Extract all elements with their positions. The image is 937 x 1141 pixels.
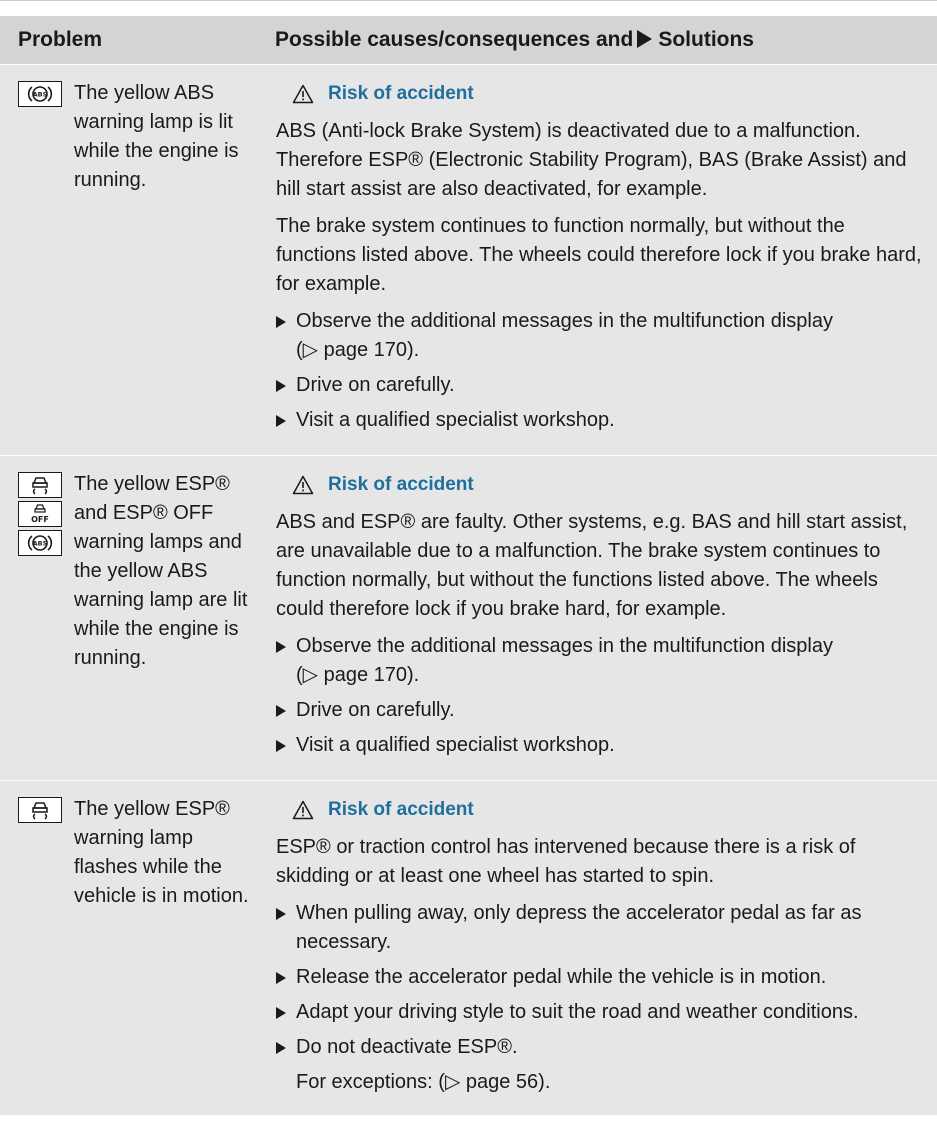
page-reference-link[interactable]: For exceptions: (▷ page 56).	[296, 1068, 923, 1097]
top-rule	[0, 0, 937, 1]
lamp-icons: ABS	[18, 81, 62, 110]
step-text: Adapt your driving style to suit the roa…	[296, 1001, 859, 1023]
esp-off-warning-icon: OFF	[18, 501, 62, 527]
table-row: ABS The yellow ABS warning lamp is lit w…	[0, 64, 937, 456]
step-text: Visit a qualified specialist workshop.	[296, 734, 615, 756]
abs-warning-icon: ABS	[18, 81, 62, 107]
warning-heading: Risk of accident	[292, 474, 923, 496]
step-text: Visit a qualified specialist workshop.	[296, 409, 615, 431]
problem-description: The yellow ESP® and ESP® OFF warning lam…	[74, 473, 248, 669]
warning-triangle-icon	[292, 800, 314, 820]
action-arrow-icon	[276, 998, 290, 1027]
step-text: Observe the additional messages in the m…	[296, 310, 833, 332]
action-arrow-icon	[276, 899, 290, 957]
manual-page: Problem Possible causes/consequences and…	[0, 0, 937, 1141]
step-text: Release the accelerator pedal while the …	[296, 966, 827, 988]
action-step: Adapt your driving style to suit the roa…	[276, 998, 923, 1027]
consequence-paragraph: The brake system continues to function n…	[276, 215, 922, 295]
action-step: Release the accelerator pedal while the …	[276, 963, 923, 992]
solutions-column-header: Possible causes/consequences and Solution…	[260, 16, 937, 65]
table-row: OFF ABS The yellow ESP® and ESP® OFF war…	[0, 455, 937, 781]
warning-triangle-icon	[292, 475, 314, 495]
warning-triangle-icon	[292, 84, 314, 104]
esp-warning-icon	[18, 797, 62, 823]
step-text: Drive on carefully.	[296, 699, 455, 721]
problem-cell: ABS The yellow ABS warning lamp is lit w…	[0, 64, 260, 456]
warning-heading: Risk of accident	[292, 83, 923, 105]
table-header-row: Problem Possible causes/consequences and…	[0, 16, 937, 65]
cause-paragraph: ABS and ESP® are faulty. Other systems, …	[276, 511, 908, 620]
problem-description: The yellow ABS warning lamp is lit while…	[74, 82, 239, 191]
solution-cell: Risk of accident ABS (Anti-lock Brake Sy…	[260, 64, 937, 456]
action-step: Observe the additional messages in the m…	[276, 307, 923, 365]
step-text: Drive on carefully.	[296, 374, 455, 396]
action-arrow-icon	[276, 963, 290, 992]
problem-header-label: Problem	[18, 28, 103, 51]
problem-description: The yellow ESP® warning lamp flashes whi…	[74, 798, 249, 907]
action-step: Drive on carefully.	[276, 371, 923, 400]
action-step: Observe the additional messages in the m…	[276, 632, 923, 690]
problem-cell: OFF ABS The yellow ESP® and ESP® OFF war…	[0, 455, 260, 781]
solution-arrow-icon	[637, 30, 653, 48]
svg-text:ABS: ABS	[33, 91, 48, 99]
page-reference-link[interactable]: (▷ page 170).	[296, 664, 419, 686]
esp-warning-icon	[18, 472, 62, 498]
warning-title: Risk of accident	[328, 83, 474, 104]
lamp-icons: OFF ABS	[18, 472, 62, 559]
cause-paragraph: ESP® or traction control has intervened …	[276, 836, 856, 887]
solution-cell: Risk of accident ESP® or traction contro…	[260, 780, 937, 1116]
abs-warning-icon: ABS	[18, 530, 62, 556]
action-arrow-icon	[276, 1033, 290, 1062]
warning-title: Risk of accident	[328, 474, 474, 495]
cause-paragraph: ABS (Anti-lock Brake System) is deactiva…	[276, 120, 907, 200]
action-step: When pulling away, only depress the acce…	[276, 899, 923, 957]
action-step: Visit a qualified specialist workshop.	[276, 731, 923, 760]
action-arrow-icon	[276, 632, 290, 690]
step-text: Observe the additional messages in the m…	[296, 635, 833, 657]
action-step: Do not deactivate ESP®.	[276, 1033, 923, 1062]
svg-text:OFF: OFF	[31, 515, 49, 524]
action-arrow-icon	[276, 307, 290, 365]
lamp-icons	[18, 797, 62, 826]
solutions-header-suffix: Solutions	[658, 28, 754, 51]
solution-cell: Risk of accident ABS and ESP® are faulty…	[260, 455, 937, 781]
warning-lamps-table: Problem Possible causes/consequences and…	[0, 16, 937, 1116]
action-arrow-icon	[276, 696, 290, 725]
problem-column-header: Problem	[0, 16, 260, 65]
action-arrow-icon	[276, 731, 290, 760]
warning-title: Risk of accident	[328, 799, 474, 820]
action-step: Visit a qualified specialist workshop.	[276, 406, 923, 435]
warning-heading: Risk of accident	[292, 799, 923, 821]
svg-text:ABS: ABS	[33, 540, 48, 548]
action-arrow-icon	[276, 406, 290, 435]
solutions-header-prefix: Possible causes/consequences and	[275, 28, 634, 51]
action-arrow-icon	[276, 371, 290, 400]
action-step: Drive on carefully.	[276, 696, 923, 725]
step-text: When pulling away, only depress the acce…	[296, 902, 862, 953]
page-reference-link[interactable]: (▷ page 170).	[296, 339, 419, 361]
table-row: The yellow ESP® warning lamp flashes whi…	[0, 780, 937, 1116]
problem-cell: The yellow ESP® warning lamp flashes whi…	[0, 780, 260, 1116]
step-text: Do not deactivate ESP®.	[296, 1036, 518, 1058]
